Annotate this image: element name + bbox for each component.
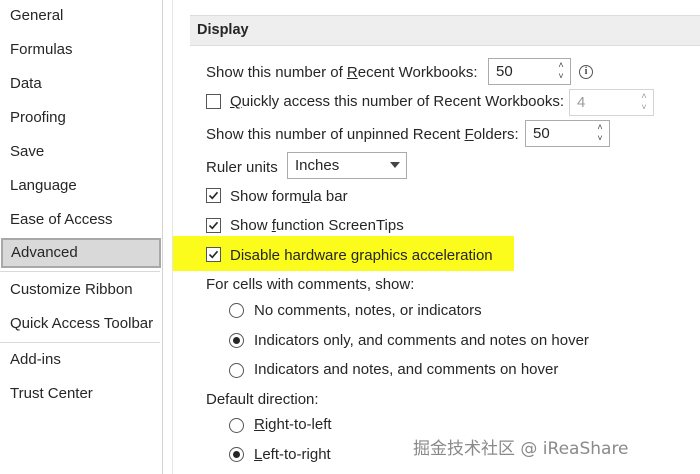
quick-access-spinner[interactable]: 4 ˄ ˅ [569, 89, 654, 116]
checkmark-icon [208, 221, 219, 230]
spinner-value: 4 [577, 94, 586, 111]
quick-access-label: Quickly access this number of Recent Wor… [230, 93, 565, 110]
sidebar-item-add-ins[interactable]: Add-ins [0, 345, 163, 375]
comments-label: For cells with comments, show: [206, 276, 415, 293]
direction-option-label: Right-to-left [254, 416, 332, 433]
quick-access-checkbox[interactable] [206, 94, 221, 109]
spinner-value: 50 [496, 63, 513, 80]
direction-option-radio[interactable] [229, 418, 244, 433]
section-title: Display [197, 22, 249, 38]
default-direction-label: Default direction: [206, 391, 319, 408]
spinner-arrows-icon[interactable]: ˄ ˅ [594, 122, 606, 145]
comments-option-label: No comments, notes, or indicators [254, 302, 482, 319]
options-sidebar: General Formulas Data Proofing Save Lang… [0, 0, 163, 474]
section-header-display: Display [190, 15, 700, 46]
direction-option-radio[interactable] [229, 447, 244, 462]
sidebar-item-data[interactable]: Data [0, 69, 163, 99]
hardware-acceleration-checkbox[interactable] [206, 247, 221, 262]
watermark: 掘金技术社区 @ iReaShare [413, 439, 629, 459]
sidebar-item-advanced[interactable]: Advanced [1, 238, 161, 268]
advanced-options-panel: Display Show this number of Recent Workb… [172, 0, 700, 474]
recent-workbooks-label: Show this number of Recent Workbooks: [206, 64, 478, 81]
ruler-units-label: Ruler units [206, 159, 278, 176]
recent-folders-spinner[interactable]: 50 ˄ ˅ [525, 120, 610, 147]
comments-option-label: Indicators and notes, and comments on ho… [254, 361, 559, 378]
spinner-arrows-icon[interactable]: ˄ ˅ [555, 60, 567, 83]
comments-option-radio[interactable] [229, 303, 244, 318]
sidebar-item-trust-center[interactable]: Trust Center [0, 379, 163, 409]
recent-workbooks-spinner[interactable]: 50 ˄ ˅ [488, 58, 571, 85]
formula-bar-label: Show formula bar [230, 188, 348, 205]
comments-option-radio[interactable] [229, 363, 244, 378]
sidebar-item-quick-access-toolbar[interactable]: Quick Access Toolbar [0, 309, 163, 339]
sidebar-item-proofing[interactable]: Proofing [0, 103, 163, 133]
screentips-checkbox[interactable] [206, 218, 221, 233]
hardware-acceleration-label: Disable hardware graphics acceleration [230, 247, 493, 264]
comments-option-radio[interactable] [229, 333, 244, 348]
sidebar-divider [0, 342, 160, 343]
sidebar-item-save[interactable]: Save [0, 137, 163, 167]
formula-bar-checkbox[interactable] [206, 188, 221, 203]
checkmark-icon [208, 250, 219, 259]
chevron-down-icon [390, 162, 400, 168]
info-icon: i [579, 65, 593, 79]
spinner-value: 50 [533, 125, 550, 142]
recent-folders-label: Show this number of unpinned Recent Fold… [206, 126, 519, 143]
select-value: Inches [295, 157, 340, 174]
sidebar-item-general[interactable]: General [0, 1, 163, 31]
direction-option-label: Left-to-right [254, 446, 331, 463]
spinner-arrows-icon[interactable]: ˄ ˅ [638, 91, 650, 114]
sidebar-divider [0, 271, 160, 272]
sidebar-item-formulas[interactable]: Formulas [0, 35, 163, 65]
screentips-label: Show function ScreenTips [230, 217, 404, 234]
checkmark-icon [208, 191, 219, 200]
sidebar-item-ease-of-access[interactable]: Ease of Access [0, 205, 163, 235]
sidebar-item-customize-ribbon[interactable]: Customize Ribbon [0, 275, 163, 305]
comments-option-label: Indicators only, and comments and notes … [254, 332, 589, 349]
sidebar-item-language[interactable]: Language [0, 171, 163, 201]
ruler-units-select[interactable]: Inches [287, 152, 407, 179]
